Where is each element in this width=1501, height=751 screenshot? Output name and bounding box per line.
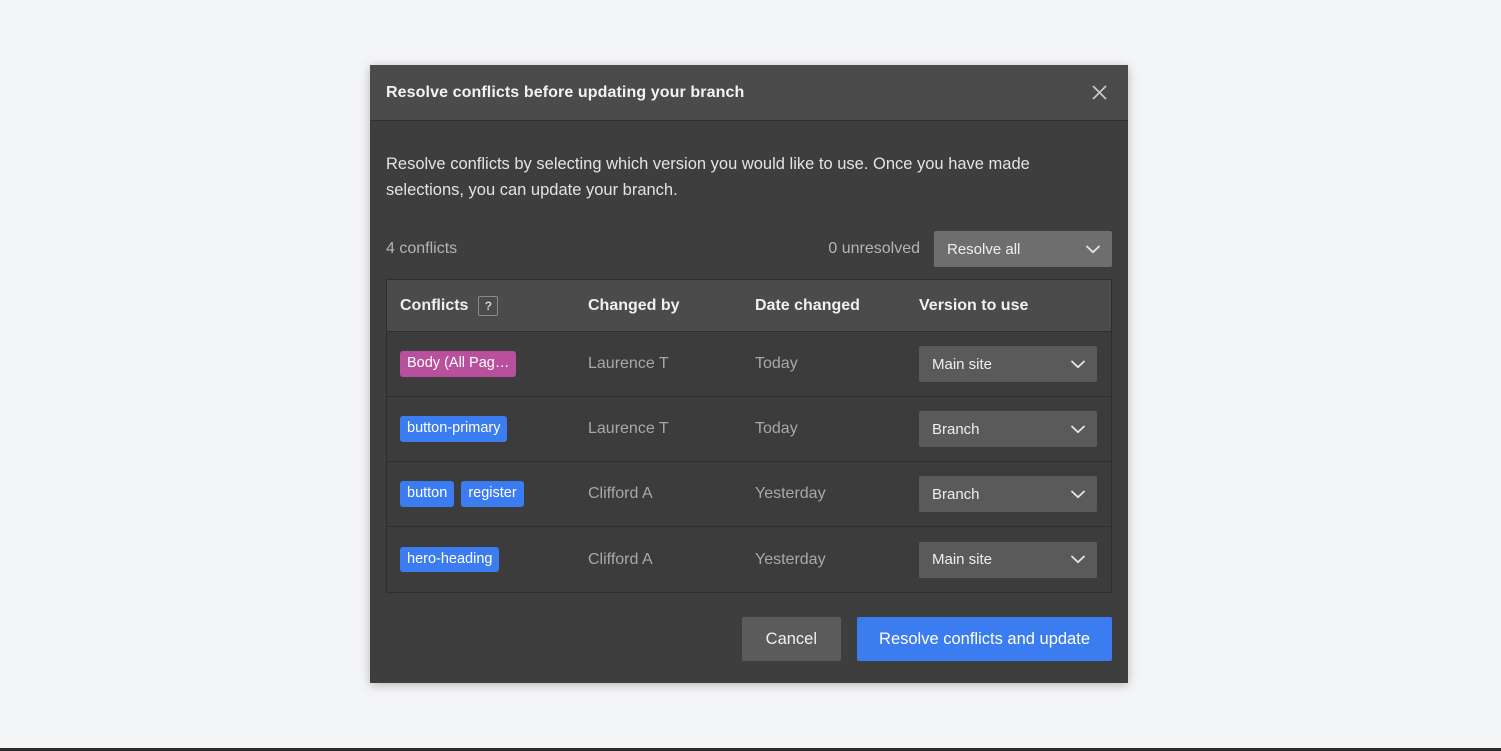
conflict-badge[interactable]: button: [400, 481, 455, 507]
badge-group: hero-heading: [400, 546, 500, 573]
conflict-badges-cell: hero-heading: [400, 546, 588, 573]
badge-group: button-primary: [400, 416, 508, 442]
changed-by-value: Clifford A: [588, 550, 653, 568]
conflicts-summary-bar: 4 conflicts 0 unresolved Resolve all: [386, 231, 1112, 267]
close-icon[interactable]: [1084, 78, 1114, 108]
dialog-header: Resolve conflicts before updating your b…: [370, 65, 1128, 121]
cancel-button[interactable]: Cancel: [741, 617, 842, 661]
resolve-conflicts-and-update-button[interactable]: Resolve conflicts and update: [857, 617, 1112, 661]
conflict-badge[interactable]: hero-heading: [400, 546, 500, 573]
table-row: button-primary Laurence T Today Branch: [387, 397, 1111, 462]
version-to-use-value: Branch: [932, 420, 980, 438]
conflict-badges-cell: Body (All Pag…: [400, 351, 588, 377]
chevron-down-icon: [1086, 245, 1100, 254]
version-to-use-value: Main site: [932, 355, 993, 373]
chevron-down-icon: [1071, 555, 1085, 564]
date-changed-value: Today: [755, 420, 798, 437]
version-cell: Main site: [919, 346, 1097, 382]
date-changed-value: Yesterday: [755, 485, 826, 502]
conflict-badges-cell: button-primary: [400, 416, 588, 442]
version-cell: Branch: [919, 476, 1097, 512]
conflict-badge[interactable]: Body (All Pag…: [400, 351, 517, 377]
dialog-title: Resolve conflicts before updating your b…: [386, 83, 745, 101]
badge-group: Body (All Pag…: [400, 351, 517, 377]
table-row: Body (All Pag… Laurence T Today Main sit…: [387, 332, 1111, 397]
conflict-count-label: 4 conflicts: [386, 240, 458, 257]
version-cell: Main site: [919, 541, 1097, 578]
column-header-conflicts: Conflicts ?: [400, 295, 588, 316]
version-to-use-dropdown[interactable]: Main site: [919, 346, 1097, 382]
table-header-row: Conflicts ? Changed by Date changed Vers…: [387, 280, 1111, 332]
dialog-body: Resolve conflicts by selecting which ver…: [370, 121, 1128, 595]
column-header-changed-by: Changed by: [588, 296, 680, 314]
conflict-badges-cell: button register: [400, 481, 588, 507]
changed-by-value: Laurence T: [588, 355, 669, 372]
date-changed-value: Yesterday: [755, 550, 826, 568]
version-to-use-dropdown[interactable]: Main site: [919, 541, 1097, 578]
dialog-footer: Cancel Resolve conflicts and update: [370, 595, 1128, 683]
unresolved-count-label: 0 unresolved: [828, 240, 920, 257]
changed-by-value: Clifford A: [588, 485, 653, 502]
resolve-all-dropdown[interactable]: Resolve all: [934, 231, 1112, 267]
chevron-down-icon: [1071, 425, 1085, 434]
column-header-date-changed: Date changed: [755, 296, 860, 314]
help-icon[interactable]: ?: [478, 295, 499, 316]
table-row: hero-heading Clifford A Yesterday Main s…: [387, 527, 1111, 592]
column-header-version-to-use: Version to use: [919, 296, 1029, 314]
version-to-use-dropdown[interactable]: Branch: [919, 411, 1097, 447]
version-cell: Branch: [919, 411, 1097, 447]
dialog-description: Resolve conflicts by selecting which ver…: [386, 155, 1030, 199]
conflict-badge[interactable]: button-primary: [400, 416, 508, 442]
version-to-use-value: Main site: [932, 551, 993, 568]
resolve-all-value: Resolve all: [947, 240, 1021, 258]
badge-group: button register: [400, 481, 524, 507]
date-changed-value: Today: [755, 355, 798, 372]
changed-by-value: Laurence T: [588, 420, 669, 437]
chevron-down-icon: [1071, 490, 1085, 499]
table-row: button register Clifford A Yesterday Bra…: [387, 462, 1111, 527]
conflict-badge[interactable]: register: [461, 481, 524, 507]
resolve-conflicts-dialog: Resolve conflicts before updating your b…: [370, 65, 1128, 683]
chevron-down-icon: [1071, 360, 1085, 369]
version-to-use-value: Branch: [932, 485, 980, 503]
conflicts-table: Conflicts ? Changed by Date changed Vers…: [386, 279, 1112, 593]
column-header-conflicts-label: Conflicts: [400, 296, 469, 314]
version-to-use-dropdown[interactable]: Branch: [919, 476, 1097, 512]
